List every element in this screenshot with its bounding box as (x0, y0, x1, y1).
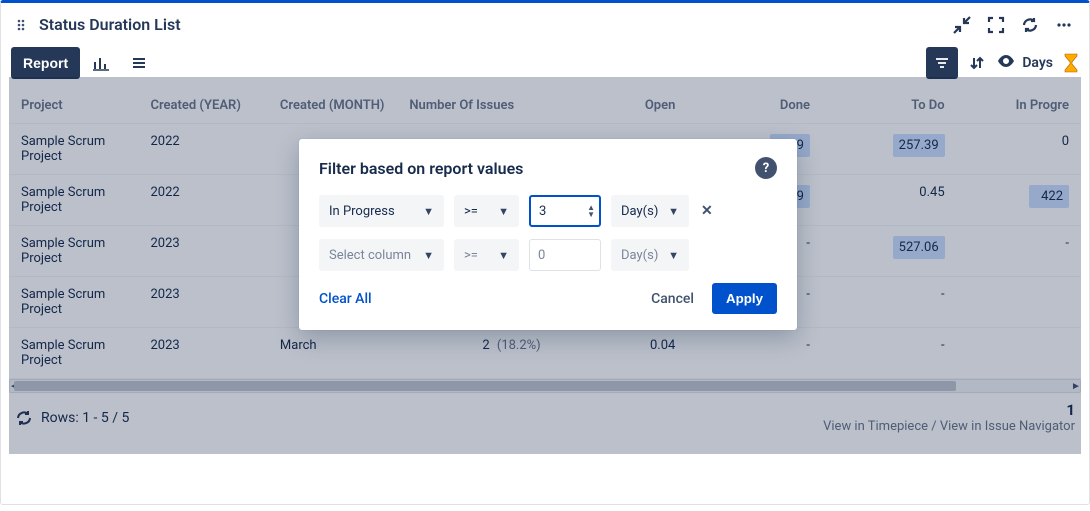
filter-column-select[interactable]: In Progress ▼ (319, 195, 444, 227)
view-in-timepiece-link[interactable]: View in Timepiece (823, 419, 928, 434)
filter-value-input-empty[interactable]: 0 (529, 239, 601, 271)
refresh-icon[interactable] (1021, 16, 1039, 34)
modal-title: Filter based on report values (319, 159, 523, 178)
scroll-thumb[interactable] (14, 381, 956, 391)
days-toggle[interactable]: Days (996, 51, 1053, 75)
col-todo[interactable]: To Do (822, 88, 957, 124)
rows-count: Rows: 1 - 5 / 5 (41, 410, 129, 426)
fullscreen-icon[interactable] (987, 16, 1005, 34)
apply-button[interactable]: Apply (712, 283, 777, 314)
col-project[interactable]: Project (9, 88, 138, 124)
refresh-rows-icon[interactable] (15, 409, 33, 427)
clear-all-button[interactable]: Clear All (319, 291, 372, 307)
table-row[interactable]: Sample Scrum Project2023March2 (18.2%)0.… (9, 328, 1081, 379)
cancel-button[interactable]: Cancel (651, 291, 694, 307)
scroll-right-arrow[interactable]: ► (1070, 379, 1082, 393)
help-icon[interactable]: ? (755, 157, 777, 179)
filter-unit-select-empty[interactable]: Day(s) ▼ (611, 239, 689, 271)
report-frame: Status Duration List Report (0, 0, 1090, 505)
drag-handle-icon[interactable] (17, 19, 29, 31)
chevron-down-icon: ▼ (668, 205, 679, 218)
col-open[interactable]: Open (553, 88, 688, 124)
footer: Rows: 1 - 5 / 5 1 View in Timepiece / Vi… (1, 393, 1089, 442)
horizontal-scrollbar[interactable]: ◄ ► (9, 379, 1081, 393)
filter-row-2: Select column ▼ >= ▼ 0 Day(s) ▼ (319, 239, 777, 271)
filter-column-select-empty[interactable]: Select column ▼ (319, 239, 444, 271)
col-created-year[interactable]: Created (YEAR) (138, 88, 267, 124)
chevron-down-icon: ▼ (423, 249, 434, 262)
col-created-month[interactable]: Created (MONTH) (268, 88, 397, 124)
view-in-issue-navigator-link[interactable]: View in Issue Navigator (940, 419, 1075, 434)
filter-unit-select[interactable]: Day(s) ▼ (611, 195, 689, 227)
toolbar: Report Days (1, 42, 1089, 88)
menu-view-button[interactable] (122, 46, 156, 80)
header: Status Duration List (1, 3, 1089, 42)
more-icon[interactable] (1055, 16, 1073, 34)
chevron-down-icon: ▼ (498, 205, 509, 218)
col-in-progress[interactable]: In Progre (957, 88, 1081, 124)
number-stepper[interactable]: ▲▼ (587, 204, 595, 218)
hourglass-icon[interactable] (1063, 53, 1079, 73)
chevron-down-icon: ▼ (498, 249, 509, 262)
filter-modal: Filter based on report values ? In Progr… (299, 139, 797, 330)
chevron-down-icon: ▼ (423, 205, 434, 218)
remove-filter-icon[interactable]: ✕ (701, 203, 713, 219)
days-label: Days (1022, 55, 1053, 71)
table-header-row: Project Created (YEAR) Created (MONTH) N… (9, 88, 1081, 124)
chart-view-button[interactable] (84, 46, 118, 80)
col-num-issues[interactable]: Number Of Issues (397, 88, 552, 124)
sort-icon[interactable] (968, 54, 986, 72)
report-button[interactable]: Report (11, 47, 80, 79)
filter-operator-select-empty[interactable]: >= ▼ (454, 239, 519, 271)
collapse-icon[interactable] (953, 16, 971, 34)
page-title: Status Duration List (39, 15, 181, 34)
col-done[interactable]: Done (687, 88, 822, 124)
chevron-down-icon: ▼ (668, 249, 679, 262)
filter-value-input[interactable]: 3 ▲▼ (529, 195, 601, 227)
page-number: 1 (823, 401, 1075, 419)
filter-operator-select[interactable]: >= ▼ (454, 195, 519, 227)
filter-button[interactable] (926, 47, 958, 79)
eye-icon (996, 51, 1016, 75)
filter-row-1: In Progress ▼ >= ▼ 3 ▲▼ Day(s) ▼ ✕ (319, 195, 777, 227)
